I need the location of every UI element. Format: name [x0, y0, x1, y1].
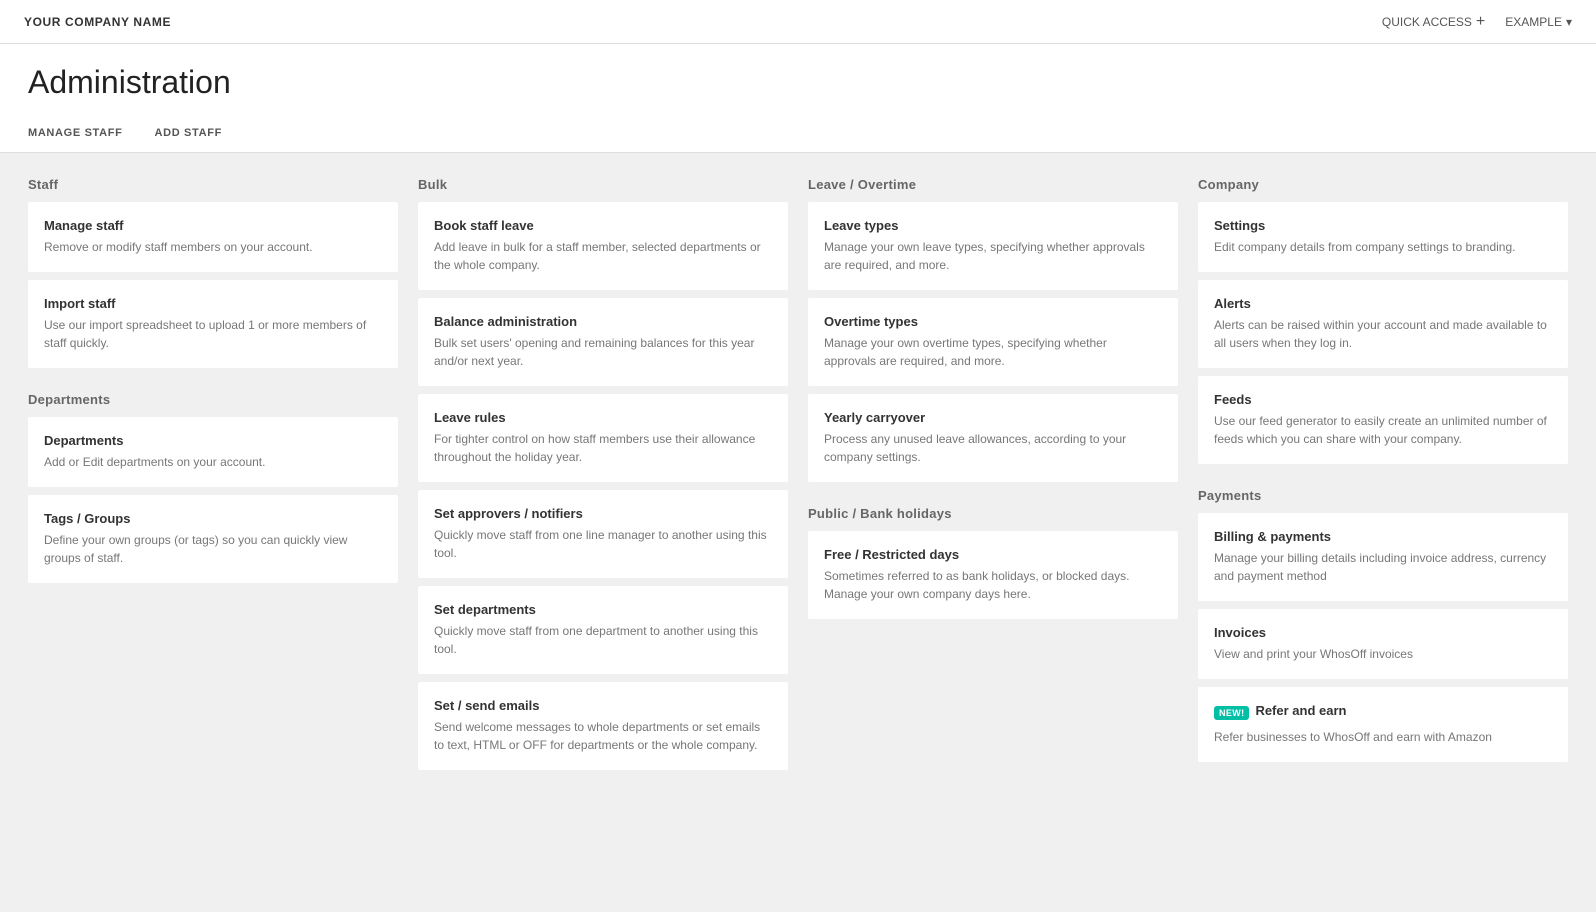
example-label: EXAMPLE [1505, 15, 1562, 29]
set-approvers-desc: Quickly move staff from one line manager… [434, 526, 772, 562]
feeds-card[interactable]: Feeds Use our feed generator to easily c… [1198, 376, 1568, 464]
payments-section-title: Payments [1198, 488, 1568, 503]
balance-admin-desc: Bulk set users' opening and remaining ba… [434, 334, 772, 370]
example-dropdown[interactable]: EXAMPLE ▾ [1505, 15, 1572, 29]
tab-add-staff[interactable]: ADD STAFF [155, 117, 238, 152]
settings-title: Settings [1214, 218, 1552, 233]
leave-rules-title: Leave rules [434, 410, 772, 425]
manage-staff-title: Manage staff [44, 218, 382, 233]
new-badge: New! [1214, 706, 1249, 720]
alerts-card[interactable]: Alerts Alerts can be raised within your … [1198, 280, 1568, 368]
book-staff-leave-desc: Add leave in bulk for a staff member, se… [434, 238, 772, 274]
import-staff-desc: Use our import spreadsheet to upload 1 o… [44, 316, 382, 352]
billing-payments-title: Billing & payments [1214, 529, 1552, 544]
departments-title: Departments [44, 433, 382, 448]
book-staff-leave-title: Book staff leave [434, 218, 772, 233]
book-staff-leave-card[interactable]: Book staff leave Add leave in bulk for a… [418, 202, 788, 290]
free-restricted-days-card[interactable]: Free / Restricted days Sometimes referre… [808, 531, 1178, 619]
bulk-section-title: Bulk [418, 177, 788, 192]
set-departments-desc: Quickly move staff from one department t… [434, 622, 772, 658]
feeds-desc: Use our feed generator to easily create … [1214, 412, 1552, 448]
billing-payments-card[interactable]: Billing & payments Manage your billing d… [1198, 513, 1568, 601]
manage-staff-card[interactable]: Manage staff Remove or modify staff memb… [28, 202, 398, 272]
balance-admin-card[interactable]: Balance administration Bulk set users' o… [418, 298, 788, 386]
balance-admin-title: Balance administration [434, 314, 772, 329]
import-staff-title: Import staff [44, 296, 382, 311]
departments-card[interactable]: Departments Add or Edit departments on y… [28, 417, 398, 487]
refer-earn-card[interactable]: New! Refer and earn Refer businesses to … [1198, 687, 1568, 762]
public-bank-holidays-section-title: Public / Bank holidays [808, 506, 1178, 521]
top-nav: YOUR COMPANY NAME QUICK ACCESS + EXAMPLE… [0, 0, 1596, 44]
company-name: YOUR COMPANY NAME [24, 15, 171, 29]
set-send-emails-desc: Send welcome messages to whole departmen… [434, 718, 772, 754]
alerts-desc: Alerts can be raised within your account… [1214, 316, 1552, 352]
leave-types-card[interactable]: Leave types Manage your own leave types,… [808, 202, 1178, 290]
settings-card[interactable]: Settings Edit company details from compa… [1198, 202, 1568, 272]
bulk-column: Bulk Book staff leave Add leave in bulk … [418, 177, 788, 778]
overtime-types-title: Overtime types [824, 314, 1162, 329]
tags-groups-card[interactable]: Tags / Groups Define your own groups (or… [28, 495, 398, 583]
tags-groups-title: Tags / Groups [44, 511, 382, 526]
header-area: Administration MANAGE STAFF ADD STAFF [0, 44, 1596, 153]
leave-types-desc: Manage your own leave types, specifying … [824, 238, 1162, 274]
staff-section-title: Staff [28, 177, 398, 192]
invoices-title: Invoices [1214, 625, 1552, 640]
invoices-desc: View and print your WhosOff invoices [1214, 645, 1552, 663]
manage-staff-desc: Remove or modify staff members on your a… [44, 238, 382, 256]
invoices-card[interactable]: Invoices View and print your WhosOff inv… [1198, 609, 1568, 679]
leave-overtime-column: Leave / Overtime Leave types Manage your… [808, 177, 1178, 627]
tab-manage-staff[interactable]: MANAGE STAFF [28, 117, 139, 152]
yearly-carryover-title: Yearly carryover [824, 410, 1162, 425]
set-departments-title: Set departments [434, 602, 772, 617]
alerts-title: Alerts [1214, 296, 1552, 311]
set-send-emails-title: Set / send emails [434, 698, 772, 713]
overtime-types-desc: Manage your own overtime types, specifyi… [824, 334, 1162, 370]
chevron-down-icon: ▾ [1566, 15, 1572, 29]
refer-earn-desc: Refer businesses to WhosOff and earn wit… [1214, 728, 1552, 746]
set-approvers-title: Set approvers / notifiers [434, 506, 772, 521]
staff-column: Staff Manage staff Remove or modify staf… [28, 177, 398, 591]
refer-earn-title: Refer and earn [1255, 703, 1346, 718]
yearly-carryover-desc: Process any unused leave allowances, acc… [824, 430, 1162, 466]
leave-overtime-section-title: Leave / Overtime [808, 177, 1178, 192]
departments-desc: Add or Edit departments on your account. [44, 453, 382, 471]
set-departments-card[interactable]: Set departments Quickly move staff from … [418, 586, 788, 674]
page-title: Administration [28, 64, 1568, 101]
leave-rules-desc: For tighter control on how staff members… [434, 430, 772, 466]
company-column: Company Settings Edit company details fr… [1198, 177, 1568, 770]
settings-desc: Edit company details from company settin… [1214, 238, 1552, 256]
leave-rules-card[interactable]: Leave rules For tighter control on how s… [418, 394, 788, 482]
quick-access-plus-icon: + [1476, 13, 1485, 31]
quick-access-label: QUICK ACCESS [1382, 15, 1472, 29]
overtime-types-card[interactable]: Overtime types Manage your own overtime … [808, 298, 1178, 386]
leave-types-title: Leave types [824, 218, 1162, 233]
set-approvers-card[interactable]: Set approvers / notifiers Quickly move s… [418, 490, 788, 578]
feeds-title: Feeds [1214, 392, 1552, 407]
yearly-carryover-card[interactable]: Yearly carryover Process any unused leav… [808, 394, 1178, 482]
billing-payments-desc: Manage your billing details including in… [1214, 549, 1552, 585]
quick-access-button[interactable]: QUICK ACCESS + [1382, 13, 1485, 31]
main-content: Staff Manage staff Remove or modify staf… [0, 153, 1596, 802]
departments-section-title: Departments [28, 392, 398, 407]
free-restricted-days-title: Free / Restricted days [824, 547, 1162, 562]
free-restricted-days-desc: Sometimes referred to as bank holidays, … [824, 567, 1162, 603]
tags-groups-desc: Define your own groups (or tags) so you … [44, 531, 382, 567]
top-nav-right: QUICK ACCESS + EXAMPLE ▾ [1382, 13, 1572, 31]
import-staff-card[interactable]: Import staff Use our import spreadsheet … [28, 280, 398, 368]
set-send-emails-card[interactable]: Set / send emails Send welcome messages … [418, 682, 788, 770]
company-section-title: Company [1198, 177, 1568, 192]
tab-bar: MANAGE STAFF ADD STAFF [28, 117, 1568, 152]
